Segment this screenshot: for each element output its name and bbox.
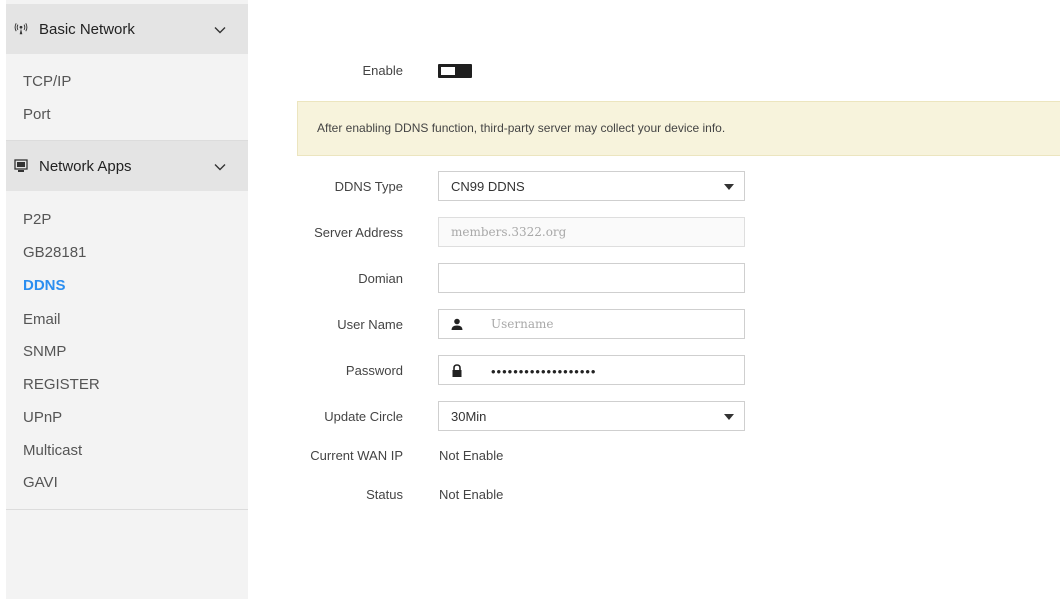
ddns-type-label: DDNS Type <box>334 179 403 194</box>
sidebar-item-ddns[interactable]: DDNS <box>23 277 66 295</box>
group-basic-network[interactable]: Basic Network <box>6 4 248 54</box>
group-label: Network Apps <box>39 157 132 175</box>
update-circle-value: 30Min <box>451 409 487 424</box>
server-address-input[interactable]: members.3322.org <box>438 217 745 247</box>
status-value: Not Enable <box>439 487 504 502</box>
sidebar-item-email[interactable]: Email <box>23 311 61 329</box>
sidebar-item-upnp[interactable]: UPnP <box>23 409 62 427</box>
wan-ip-value: Not Enable <box>439 448 504 463</box>
domain-label: Domian <box>358 271 403 286</box>
chevron-down-icon <box>214 23 226 35</box>
toggle-knob <box>441 67 455 75</box>
dropdown-caret-icon <box>724 184 734 190</box>
username-input[interactable]: Username <box>438 309 745 339</box>
user-icon <box>451 318 463 331</box>
status-label: Status <box>366 487 403 502</box>
sidebar-item-port[interactable]: Port <box>23 106 51 124</box>
group-label: Basic Network <box>39 20 135 38</box>
enable-label: Enable <box>362 63 403 78</box>
dropdown-caret-icon <box>724 414 734 420</box>
chevron-down-icon <box>214 160 226 172</box>
sidebar-item-register[interactable]: REGISTER <box>23 376 100 394</box>
password-input[interactable]: ••••••••••••••••••• <box>438 355 745 385</box>
wireless-antenna-icon <box>14 22 28 36</box>
sidebar-item-snmp[interactable]: SNMP <box>23 343 66 361</box>
username-placeholder: Username <box>491 317 554 331</box>
sidebar-item-p2p[interactable]: P2P <box>23 211 51 229</box>
monitor-icon <box>14 159 28 173</box>
password-label: Password <box>345 363 403 378</box>
sidebar-item-tcpip[interactable]: TCP/IP <box>23 73 71 91</box>
privacy-notice: After enabling DDNS function, third-part… <box>297 101 1060 156</box>
sidebar-item-gb28181[interactable]: GB28181 <box>23 244 86 262</box>
username-label: User Name <box>337 317 403 332</box>
update-circle-select[interactable]: 30Min <box>438 401 745 431</box>
notice-text: After enabling DDNS function, third-part… <box>317 121 726 135</box>
enable-toggle[interactable] <box>438 64 472 78</box>
lock-icon <box>451 364 463 377</box>
sidebar-item-gavi[interactable]: GAVI <box>23 474 58 492</box>
sidebar: Basic Network TCP/IP Port Network Apps P… <box>6 0 248 599</box>
server-address-label: Server Address <box>314 225 403 240</box>
password-mask: ••••••••••••••••••• <box>491 364 597 379</box>
wan-ip-label: Current WAN IP <box>310 448 403 463</box>
domain-input[interactable] <box>438 263 745 293</box>
server-address-placeholder: members.3322.org <box>451 225 567 239</box>
divider <box>6 509 248 510</box>
ddns-type-value: CN99 DDNS <box>451 179 525 194</box>
group-network-apps[interactable]: Network Apps <box>6 141 248 191</box>
ddns-type-select[interactable]: CN99 DDNS <box>438 171 745 201</box>
update-circle-label: Update Circle <box>324 409 403 424</box>
sidebar-item-multicast[interactable]: Multicast <box>23 442 82 460</box>
